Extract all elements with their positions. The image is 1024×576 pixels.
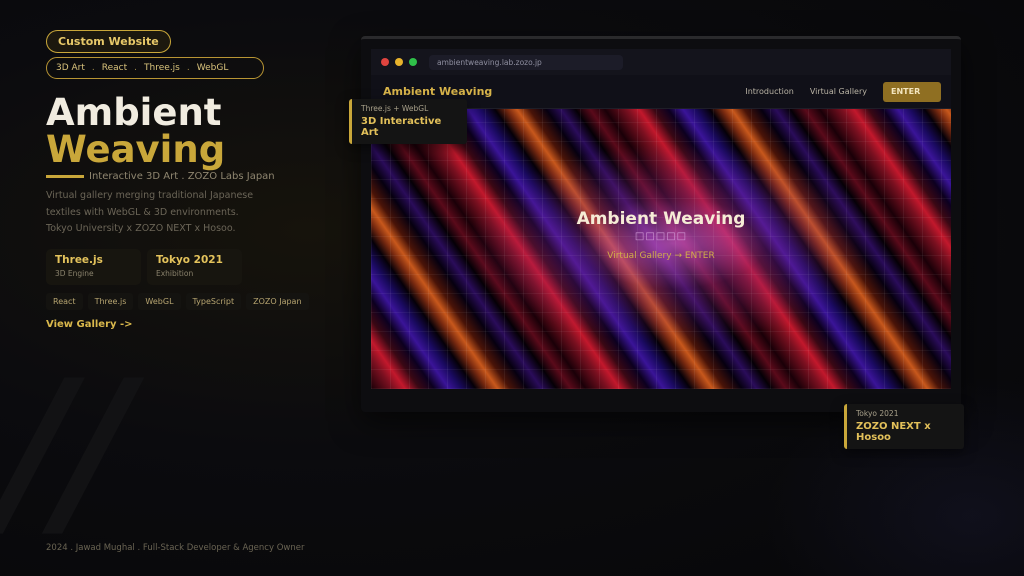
nav-introduction[interactable]: Introduction <box>745 87 793 96</box>
view-gallery-link[interactable]: View Gallery -> <box>46 319 346 330</box>
nav-virtual-gallery[interactable]: Virtual Gallery <box>810 87 867 96</box>
chip-threejs: Three.js <box>87 292 134 310</box>
stack-item: 3D Art <box>56 63 85 73</box>
project-info-panel: Custom Website 3D Art . React . Three.js… <box>46 30 346 330</box>
floating-badge-tech: Three.js + WebGL 3D Interactive Art <box>349 99 467 144</box>
badge-value: 3D Interactive Art <box>361 116 442 138</box>
enter-button[interactable]: ENTER <box>883 81 941 102</box>
site-hero-cta[interactable]: Virtual Gallery → ENTER <box>371 251 951 261</box>
site-hero-title: Ambient Weaving <box>576 209 746 229</box>
stack-separator: . <box>186 63 190 73</box>
description-line: textiles with WebGL & 3D environments. <box>46 206 239 218</box>
footer-credit: 2024 . Jawad Mughal . Full-Stack Develop… <box>46 543 305 553</box>
chip-zozo-japan: ZOZO Japan <box>246 292 309 310</box>
chip-webgl: WebGL <box>138 292 181 310</box>
badge-key: Three.js + WebGL <box>361 104 429 113</box>
stats-row: Three.js 3D Engine Tokyo 2021 Exhibition <box>46 248 346 285</box>
site-logo[interactable]: Ambient Weaving <box>383 85 492 98</box>
tech-stack-pill: 3D Art . React . Three.js . WebGL <box>46 57 264 79</box>
description: Virtual gallery merging traditional Japa… <box>46 188 286 238</box>
tech-chips: React Three.js WebGL TypeScript ZOZO Jap… <box>46 292 346 310</box>
chip-react: React <box>46 292 83 310</box>
chip-typescript: TypeScript <box>185 292 242 310</box>
stack-separator: . <box>134 63 138 73</box>
subtitle: Interactive 3D Art . ZOZO Labs Japan <box>89 171 275 182</box>
stack-item: React <box>101 63 128 73</box>
site-hero-japanese: □□□□□ <box>634 231 688 242</box>
description-line: Tokyo University x ZOZO NEXT x Hosoo. <box>46 223 236 234</box>
stat-value: Tokyo 2021 <box>156 253 223 266</box>
browser-mockup: ambientweaving.lab.zozo.jp Ambient Weavi… <box>361 36 961 412</box>
nav-links: Introduction Virtual Gallery ENTER <box>745 81 941 102</box>
webgl-canvas[interactable]: Ambient Weaving □□□□□ Virtual Gallery → … <box>371 109 951 389</box>
stat-card-engine: Three.js 3D Engine <box>46 248 141 285</box>
stat-label: 3D Engine <box>55 268 94 278</box>
stack-separator: . <box>91 63 95 73</box>
stat-card-exhibition: Tokyo 2021 Exhibition <box>147 248 242 285</box>
address-bar[interactable]: ambientweaving.lab.zozo.jp <box>429 54 623 70</box>
description-line: Virtual gallery merging traditional Japa… <box>46 190 254 201</box>
subtitle-row: Interactive 3D Art . ZOZO Labs Japan <box>46 171 346 182</box>
maximize-dot-icon <box>409 58 417 66</box>
site-hero: Ambient Weaving □□□□□ Virtual Gallery → … <box>371 209 951 261</box>
close-dot-icon <box>381 58 389 66</box>
title-line-2: Weaving <box>46 128 226 171</box>
minimize-dot-icon <box>395 58 403 66</box>
background-decoration: // <box>0 340 143 561</box>
badge-key: Tokyo 2021 <box>856 409 899 418</box>
stat-value: Three.js <box>55 253 103 266</box>
browser-chrome: ambientweaving.lab.zozo.jp <box>371 49 951 75</box>
stat-label: Exhibition <box>156 268 194 278</box>
accent-bar <box>46 175 84 178</box>
badge-value: ZOZO NEXT x Hosoo <box>856 421 931 443</box>
stack-item: Three.js <box>144 63 180 73</box>
category-tag: Custom Website <box>46 30 171 53</box>
stack-item: WebGL <box>196 63 229 73</box>
floating-badge-partner: Tokyo 2021 ZOZO NEXT x Hosoo <box>844 404 964 449</box>
title-line-1: Ambient <box>46 91 222 134</box>
project-title: Ambient Weaving <box>46 94 346 168</box>
